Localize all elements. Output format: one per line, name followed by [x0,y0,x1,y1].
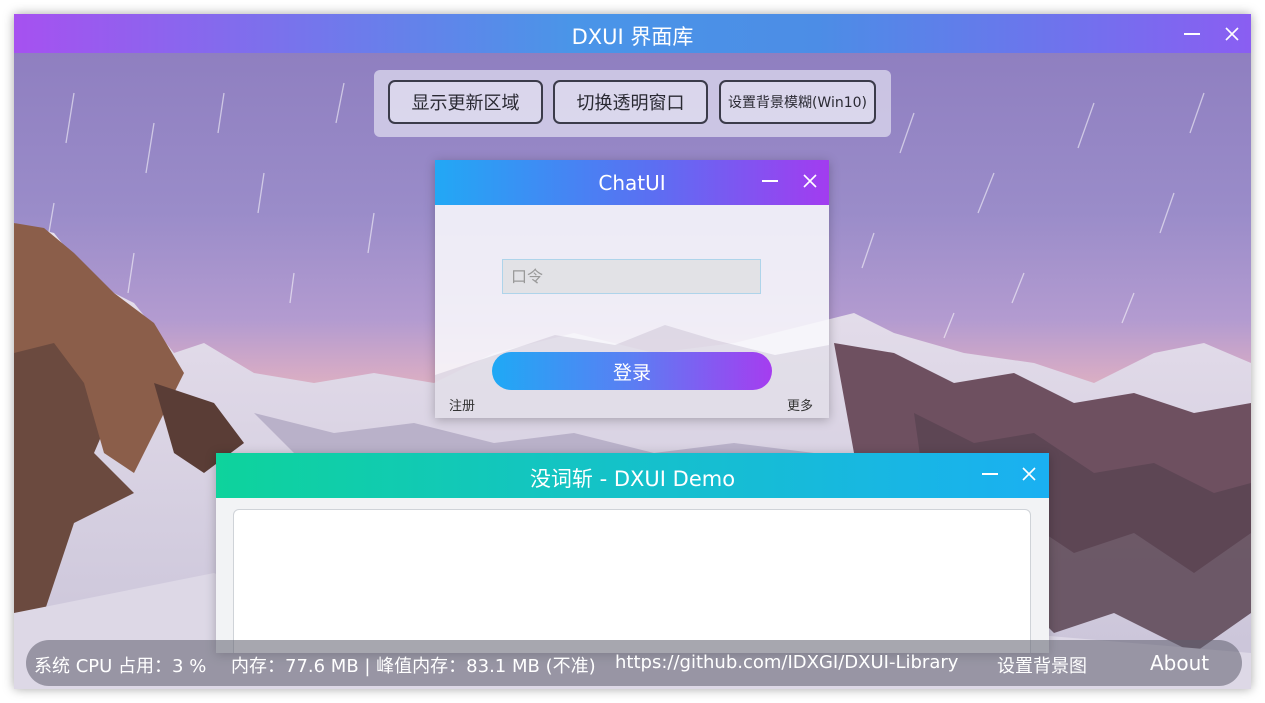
minimize-icon[interactable] [1184,33,1200,35]
set-background-blur-button[interactable]: 设置背景模糊(Win10) [719,80,876,124]
main-window-title: DXUI 界面库 [571,25,694,49]
close-icon[interactable] [1021,466,1037,482]
status-bar: 系统 CPU 占用：3 % 内存：77.6 MB | 峰值内存：83.1 MB … [26,640,1242,686]
minimize-icon[interactable] [982,473,998,475]
register-link[interactable]: 注册 [449,395,475,414]
demo-text-area[interactable] [233,509,1031,653]
demo-window-title: 没词斩 - DXUI Demo [529,467,736,491]
memory-usage: 内存：77.6 MB | 峰值内存：83.1 MB (不准) [231,656,596,677]
cpu-usage: 系统 CPU 占用：3 % [34,656,207,677]
close-icon[interactable] [1224,26,1240,42]
set-background-button[interactable]: 设置背景图 [997,652,1087,678]
password-placeholder: 口令 [511,267,544,286]
login-button[interactable]: 登录 [492,352,772,390]
close-icon[interactable] [802,173,818,189]
chat-window-title: ChatUI [598,171,666,195]
main-window: DXUI 界面库 显示更新区域 切换透明窗口 设置背景模糊(Win10) Cha… [14,14,1251,689]
toolbar-panel: 显示更新区域 切换透明窗口 设置背景模糊(Win10) [374,70,891,137]
minimize-icon[interactable] [762,180,778,182]
chat-window: ChatUI 口令 登录 注册 更多 [435,160,829,418]
about-button[interactable]: About [1150,651,1209,675]
demo-window: 没词斩 - DXUI Demo [216,453,1049,653]
main-titlebar[interactable]: DXUI 界面库 [14,14,1251,53]
demo-titlebar[interactable]: 没词斩 - DXUI Demo [216,453,1049,498]
show-update-area-button[interactable]: 显示更新区域 [388,80,543,124]
toggle-transparent-window-button[interactable]: 切换透明窗口 [553,80,708,124]
chat-titlebar[interactable]: ChatUI [435,160,829,205]
repo-link[interactable]: https://github.com/IDXGI/DXUI-Library [615,652,958,673]
more-link[interactable]: 更多 [787,395,813,414]
password-input[interactable]: 口令 [502,259,761,294]
